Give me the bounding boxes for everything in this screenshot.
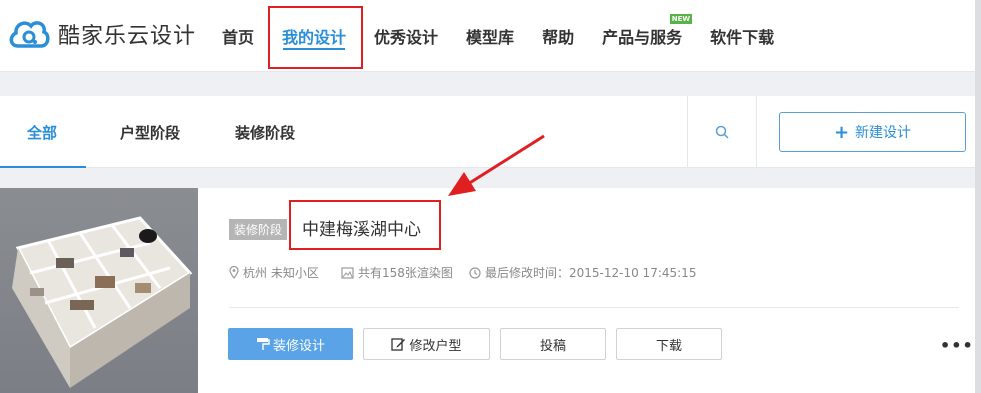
decorate-design-button[interactable]: 装修设计 (228, 328, 353, 360)
nav-item-products-services[interactable]: 产品与服务 NEW (588, 0, 696, 72)
paint-roller-icon (256, 338, 270, 350)
nav-item-label: 首页 (222, 28, 255, 47)
design-location: 杭州 未知小区 (229, 264, 319, 281)
tab-all[interactable]: 全部 (27, 96, 57, 168)
cloud-logo-icon (9, 21, 50, 48)
search-icon (715, 125, 729, 139)
tab-decoration-stage[interactable]: 装修阶段 (235, 96, 295, 168)
edit-floorplan-button[interactable]: 修改户型 (363, 328, 490, 360)
highlight-box-nav (268, 6, 363, 69)
scrollbar-track[interactable] (975, 0, 981, 393)
nav-item-label: 帮助 (542, 28, 575, 47)
image-icon (341, 266, 354, 279)
tab-floorplan-stage[interactable]: 户型阶段 (120, 96, 180, 168)
submit-button[interactable]: 投稿 (500, 328, 606, 360)
nav-item-help[interactable]: 帮助 (528, 0, 588, 72)
nav-item-featured-designs[interactable]: 优秀设计 (360, 0, 452, 72)
design-card: 装修阶段 中建梅溪湖中心 杭州 未知小区 共有158张渲染图 最后修改时间：20… (0, 188, 975, 393)
new-badge: NEW (669, 14, 693, 24)
brand-name: 酷家乐云设计 (58, 24, 197, 49)
last-modified-text: 最后修改时间：2015-12-10 17:45:15 (485, 266, 697, 280)
top-header: 酷家乐云设计 首页 我的设计 优秀设计 模型库 帮助 产品与服务 NEW 软件下… (0, 0, 975, 72)
annotation-arrow (448, 134, 545, 196)
stage-badge: 装修阶段 (229, 219, 288, 240)
tab-label: 全部 (27, 123, 58, 142)
tab-label: 装修阶段 (235, 123, 296, 142)
nav-item-label: 优秀设计 (374, 28, 439, 47)
search-button[interactable] (688, 96, 756, 168)
render-count: 共有158张渲染图 (341, 264, 453, 281)
last-modified: 最后修改时间：2015-12-10 17:45:15 (469, 264, 696, 281)
location-pin-icon (229, 266, 239, 279)
edit-icon (391, 338, 406, 351)
nav-item-label: 产品与服务 (602, 28, 683, 47)
download-button[interactable]: 下载 (616, 328, 722, 360)
button-label: 修改户型 (409, 338, 462, 354)
active-tab-indicator (0, 166, 86, 168)
divider (756, 96, 757, 168)
nav-item-label: 模型库 (466, 28, 515, 47)
floorplan-render-image (12, 216, 193, 388)
design-thumbnail[interactable] (0, 188, 198, 393)
button-label: 下载 (655, 338, 682, 354)
brand-logo[interactable]: 酷家乐云设计 (8, 16, 196, 52)
clock-icon (469, 266, 481, 279)
nav-item-label: 软件下载 (710, 28, 775, 47)
button-label: 投稿 (539, 338, 566, 354)
location-text: 杭州 未知小区 (243, 266, 319, 280)
divider (229, 307, 959, 308)
render-count-text: 共有158张渲染图 (358, 266, 453, 280)
new-design-button[interactable]: + 新建设计 (779, 112, 966, 152)
button-label: 装修设计 (272, 338, 325, 354)
more-dots-icon[interactable]: ••• (940, 336, 974, 355)
nav-item-software-download[interactable]: 软件下载 (696, 0, 788, 72)
new-design-label: 新建设计 (855, 125, 912, 141)
nav-item-home[interactable]: 首页 (208, 0, 268, 72)
nav-item-model-library[interactable]: 模型库 (452, 0, 528, 72)
design-title[interactable]: 中建梅溪湖中心 (302, 215, 421, 240)
tab-label: 户型阶段 (120, 123, 181, 142)
plus-icon: + (833, 121, 850, 143)
